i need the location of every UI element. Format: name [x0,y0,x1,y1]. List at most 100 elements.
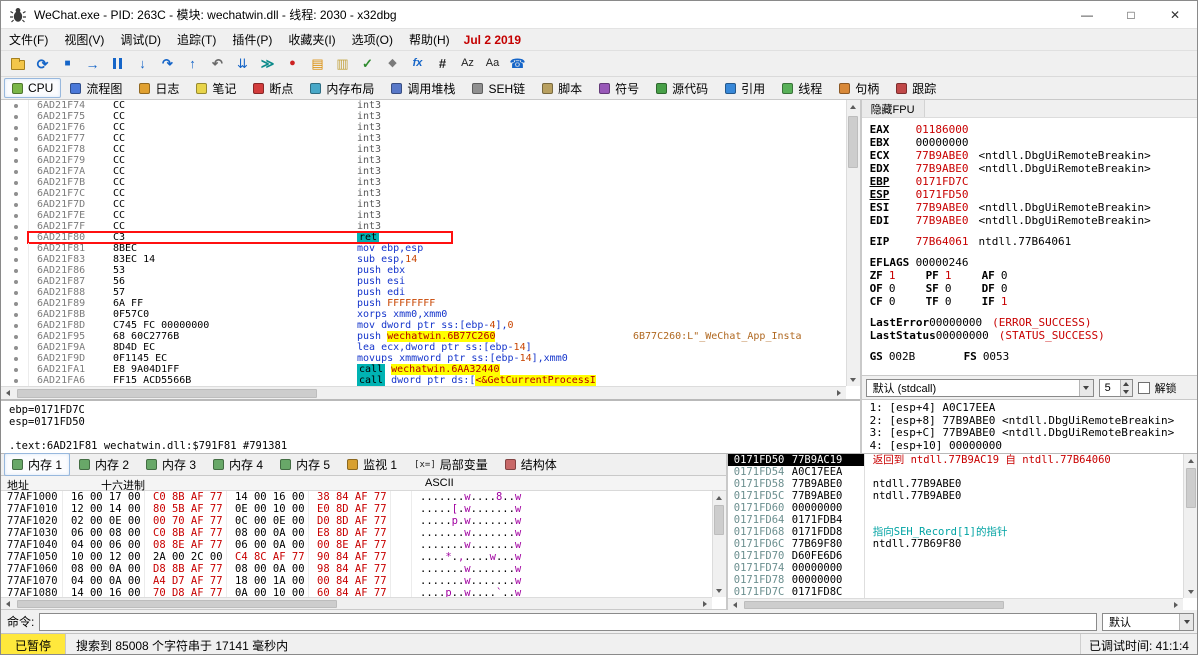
breakpoint-gutter[interactable] [1,221,29,232]
register-row[interactable]: OF0SF0DF0 [870,282,1189,295]
font-icon[interactable]: Aa [481,53,504,75]
menu-item-options[interactable]: 选项(O) [344,28,401,51]
calling-convention-select[interactable]: 默认 (stdcall) [866,379,1094,397]
disasm-vertical-scrollbar[interactable] [846,100,860,386]
tab-watch-1[interactable]: 监视 1 [339,453,405,476]
disasm-row[interactable]: 6AD21F818BECmov ebp,esp [1,243,846,254]
disasm-row[interactable]: 6AD21FA1E8 9A04D1FFcall wechatwin.6AA324… [1,364,846,375]
breakpoint-gutter[interactable] [1,188,29,199]
command-profile-select[interactable]: 默认 [1102,613,1194,631]
register-row[interactable]: ZF1PF1AF0 [870,269,1189,282]
stack-row[interactable]: 0171FD5877B9ABE0ntdll.77B9ABE0 [728,478,1183,490]
breakpoint-gutter[interactable] [1,287,29,298]
dump-row[interactable]: 77AF105010 00 12 002A 00 2C 00C4 8C AF 7… [1,551,712,563]
dump-row[interactable]: 77AF104004 00 06 0008 8E AF 7706 00 0A 0… [1,539,712,551]
breakpoint-gutter[interactable] [1,111,29,122]
tab-handles[interactable]: 句柄 [831,77,887,100]
argument-row[interactable]: 1: [esp+4] A0C17EEA [870,402,1189,415]
breakpoint-gutter[interactable] [1,309,29,320]
stack-row[interactable]: 0171FD54A0C17EEA [728,466,1183,478]
tab-notes[interactable]: 笔记 [188,77,244,100]
close-button[interactable]: ✕ [1153,1,1197,28]
breakpoint-gutter[interactable] [1,210,29,221]
tab-script[interactable]: 脚本 [534,77,590,100]
register-row[interactable]: ESP0171FD50 [870,188,1189,201]
tab-memory-1[interactable]: 内存 1 [4,453,70,476]
disasm-row[interactable]: 6AD21F9A8D4D EClea ecx,dword ptr ss:[ebp… [1,342,846,353]
dump-row[interactable]: 77AF106008 00 0A 00D8 8B AF 7708 00 0A 0… [1,563,712,575]
tab-source[interactable]: 源代码 [648,77,716,100]
register-row[interactable]: EBP0171FD7C [870,175,1189,188]
disasm-row[interactable]: 6AD21F9D0F1145 ECmovups xmmword ptr ss:[… [1,353,846,364]
disasm-row[interactable]: 6AD21F7BCCint3 [1,177,846,188]
tab-symbols[interactable]: 符号 [591,77,647,100]
register-row[interactable]: ECX77B9ABE0<ntdll.DbgUiRemoteBreakin> [870,149,1189,162]
breakpoint-gutter[interactable] [1,177,29,188]
tab-memory-4[interactable]: 内存 4 [205,453,271,476]
disasm-row[interactable]: 6AD21F896A FFpush FFFFFFFF [1,298,846,309]
disasm-row[interactable]: 6AD21FA6FF15 ACD5566Bcall dword ptr ds:[… [1,375,846,386]
stack-vertical-scrollbar[interactable] [1183,454,1197,598]
breakpoint-gutter[interactable] [1,155,29,166]
disasm-row[interactable]: 6AD21F7ACCint3 [1,166,846,177]
disasm-row[interactable]: 6AD21F8DC745 FC 00000000mov dword ptr ss… [1,320,846,331]
register-row[interactable]: EBX00000000 [870,136,1189,149]
breakpoint-gutter[interactable] [1,144,29,155]
disasm-row[interactable]: 6AD21F74CCint3 [1,100,846,111]
tab-memory-3[interactable]: 内存 3 [138,453,204,476]
menu-item-debug[interactable]: 调试(D) [112,28,169,51]
dump-row[interactable]: 77AF101012 00 14 0080 5B AF 770E 00 10 0… [1,503,712,515]
breakpoint-gutter[interactable] [1,298,29,309]
tab-threads[interactable]: 线程 [774,77,830,100]
breakpoint-gutter[interactable] [1,254,29,265]
command-input[interactable] [39,613,1097,631]
disasm-row[interactable]: 6AD21F8383EC 14sub esp,14 [1,254,846,265]
disasm-row[interactable]: 6AD21F8756push esi [1,276,846,287]
register-row[interactable]: EIP77B64061ntdll.77B64061 [870,235,1189,248]
argument-row[interactable]: 4: [esp+10] 00000000 [870,440,1189,453]
stop-icon[interactable]: ■ [56,53,79,75]
run-icon[interactable]: → [81,53,104,75]
open-file-icon[interactable] [6,53,29,75]
breakpoint-gutter[interactable] [1,243,29,254]
stack-row[interactable]: 0171FD5077B9AC19返回到 ntdll.77B9AC19 自 ntd… [728,454,1183,466]
stack-row[interactable]: 0171FD7800000000 [728,574,1183,586]
disassembly-pane[interactable]: 6AD21F74CCint36AD21F75CCint36AD21F76CCin… [1,100,860,400]
stack-row[interactable]: 0171FD7C0171FD8C [728,586,1183,598]
tab-graph[interactable]: 流程图 [62,77,130,100]
breakpoint-gutter[interactable] [1,232,29,243]
stack-row[interactable]: 0171FD5C77B9ABE0ntdll.77B9ABE0 [728,490,1183,502]
disasm-row[interactable]: 6AD21F77CCint3 [1,133,846,144]
register-row[interactable]: GS002BFS0053 [870,350,1189,363]
appearance-icon[interactable]: Az [456,53,479,75]
tab-seh[interactable]: SEH链 [464,77,533,100]
dump-vertical-scrollbar[interactable] [712,491,726,597]
disasm-row[interactable]: 6AD21F7DCCint3 [1,199,846,210]
stack-horizontal-scrollbar[interactable] [728,598,1183,610]
depth-spinner[interactable]: 5 [1099,379,1133,397]
breakpoints-icon[interactable]: ● [281,53,304,75]
disasm-row[interactable]: 6AD21F8653push ebx [1,265,846,276]
disasm-row[interactable]: 6AD21F76CCint3 [1,122,846,133]
breakpoint-gutter[interactable] [1,265,29,276]
stack-row[interactable]: 0171FD70D60FE6D6 [728,550,1183,562]
step-over-icon[interactable]: ↷ [156,53,179,75]
disasm-row[interactable]: 6AD21F8B0F57C0xorps xmm0,xmm0 [1,309,846,320]
dump-row[interactable]: 77AF108014 00 16 0070 D8 AF 770A 00 10 0… [1,587,712,597]
pause-icon[interactable] [106,53,129,75]
breakpoint-gutter[interactable] [1,331,29,342]
register-row[interactable]: ESI77B9ABE0<ntdll.DbgUiRemoteBreakin> [870,201,1189,214]
argument-row[interactable]: 3: [esp+C] 77B9ABE0 <ntdll.DbgUiRemoteBr… [870,427,1189,440]
register-row[interactable]: CF0TF0IF1 [870,295,1189,308]
breakpoint-gutter[interactable] [1,364,29,375]
memory-map-icon[interactable]: ▤ [306,53,329,75]
breakpoint-gutter[interactable] [1,199,29,210]
calculator-hash-icon[interactable]: # [431,53,454,75]
stack-row[interactable]: 0171FD6C77B69F80ntdll.77B69F80 [728,538,1183,550]
unlock-checkbox[interactable] [1138,382,1150,394]
stack-pane[interactable]: 0171FD5077B9AC19返回到 ntdll.77B9AC19 自 ntd… [728,454,1197,610]
menu-item-view[interactable]: 视图(V) [56,28,112,51]
restart-icon[interactable]: ⟳ [31,53,54,75]
tab-log[interactable]: 日志 [131,77,187,100]
breakpoint-gutter[interactable] [1,133,29,144]
